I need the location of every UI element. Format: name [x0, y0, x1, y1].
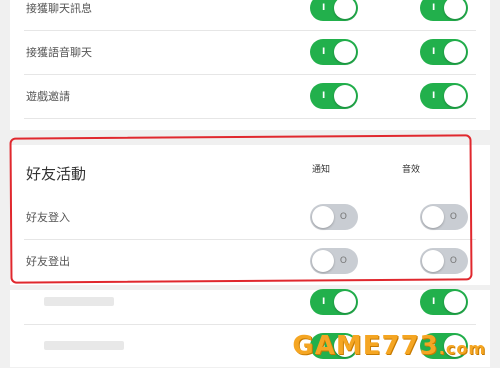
- setting-row-chat-message: 接獲聊天訊息 I I: [24, 0, 476, 31]
- toggle-on-mark: I: [322, 47, 326, 57]
- game-invite-notify-toggle[interactable]: I: [310, 83, 358, 109]
- setting-label: 遊戲邀請: [26, 90, 70, 103]
- blurred-label: [44, 297, 114, 306]
- setting-notify-toggle[interactable]: I: [310, 289, 358, 315]
- toggle-knob: [334, 291, 356, 313]
- chat-message-notify-toggle[interactable]: I: [310, 0, 358, 21]
- setting-label: 接獲聊天訊息: [26, 2, 92, 15]
- watermark-brand: GAME773: [292, 331, 439, 361]
- toggle-on-mark: I: [322, 297, 326, 307]
- setting-row-blurred: I I: [24, 280, 476, 325]
- site-watermark-logo: GAME773.com: [292, 331, 486, 361]
- toggle-on-mark: I: [432, 91, 436, 101]
- game-invite-sound-toggle[interactable]: I: [420, 83, 468, 109]
- toggle-knob: [334, 41, 356, 63]
- toggle-knob: [334, 0, 356, 19]
- setting-sound-toggle[interactable]: I: [420, 289, 468, 315]
- setting-label: 接獲語音聊天: [26, 46, 92, 59]
- blurred-label: [44, 341, 124, 350]
- chat-message-sound-toggle[interactable]: I: [420, 0, 468, 21]
- setting-row-game-invite: 遊戲邀請 I I: [24, 74, 476, 119]
- voice-chat-sound-toggle[interactable]: I: [420, 39, 468, 65]
- voice-chat-notify-toggle[interactable]: I: [310, 39, 358, 65]
- toggle-knob: [444, 41, 466, 63]
- toggle-knob: [444, 85, 466, 107]
- toggle-knob: [334, 85, 356, 107]
- toggle-on-mark: I: [432, 47, 436, 57]
- setting-row-voice-chat: 接獲語音聊天 I I: [24, 30, 476, 75]
- toggle-on-mark: I: [322, 91, 326, 101]
- toggle-knob: [444, 291, 466, 313]
- red-highlight-outline: [9, 134, 473, 284]
- toggle-on-mark: I: [322, 3, 326, 13]
- toggle-on-mark: I: [432, 3, 436, 13]
- watermark-tld: .com: [438, 339, 486, 358]
- toggle-on-mark: I: [432, 297, 436, 307]
- notification-settings-card: 接獲聊天訊息 I I 接獲語音聊天 I I 遊戲邀請 I I: [10, 0, 490, 130]
- toggle-knob: [444, 0, 466, 19]
